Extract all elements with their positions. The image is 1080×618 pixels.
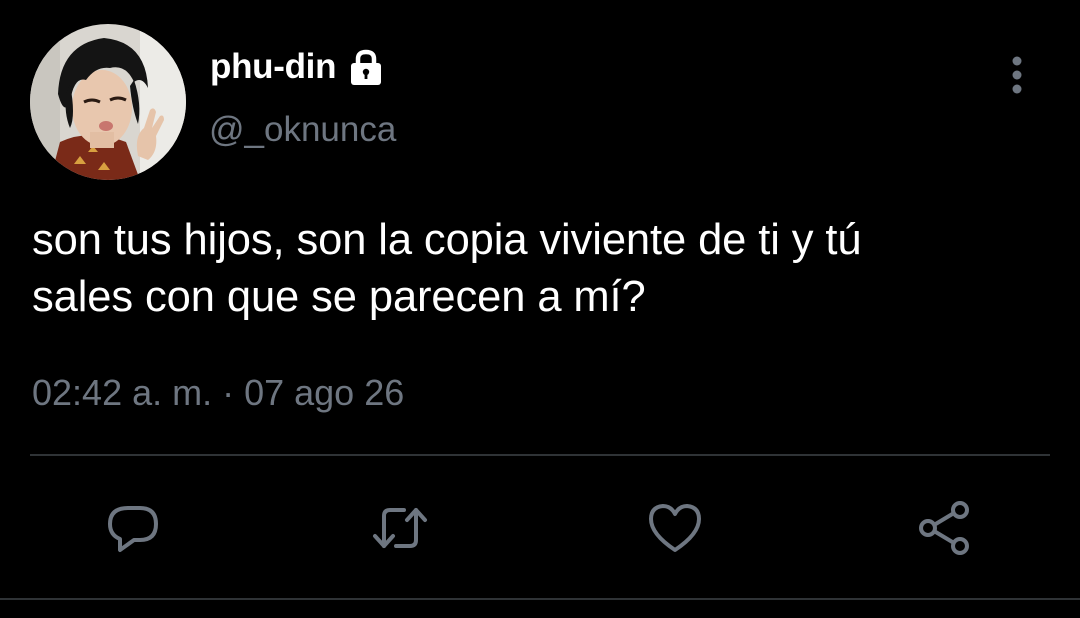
like-button[interactable] (645, 498, 705, 558)
retweet-button[interactable] (370, 498, 430, 558)
author-handle[interactable]: @_oknunca (209, 110, 396, 150)
avatar-photo (30, 24, 186, 180)
reply-icon (108, 506, 158, 552)
tweet-card: phu-din @_oknunca son tus hijos, son la … (0, 0, 1080, 618)
avatar[interactable] (30, 24, 186, 180)
lock-icon (346, 47, 386, 87)
tweet-text-line: son tus hijos, son la copia viviente de … (32, 216, 862, 264)
more-vertical-icon (1012, 56, 1022, 94)
share-icon (919, 501, 969, 555)
divider (30, 454, 1050, 456)
like-icon (649, 504, 701, 552)
author-name-row[interactable]: phu-din (210, 42, 386, 92)
retweet-icon (373, 508, 427, 548)
share-button[interactable] (914, 498, 974, 558)
display-name: phu-din (210, 47, 337, 86)
tweet-text: son tus hijos, son la copia viviente de … (32, 212, 1072, 326)
tweet-text-line: sales con que se parecen a mí? (32, 273, 646, 321)
more-options-button[interactable] (997, 52, 1037, 100)
reply-button[interactable] (104, 498, 164, 558)
tweet-timestamp[interactable]: 02:42 a. m. · 07 ago 26 (32, 372, 404, 414)
divider (0, 598, 1080, 600)
